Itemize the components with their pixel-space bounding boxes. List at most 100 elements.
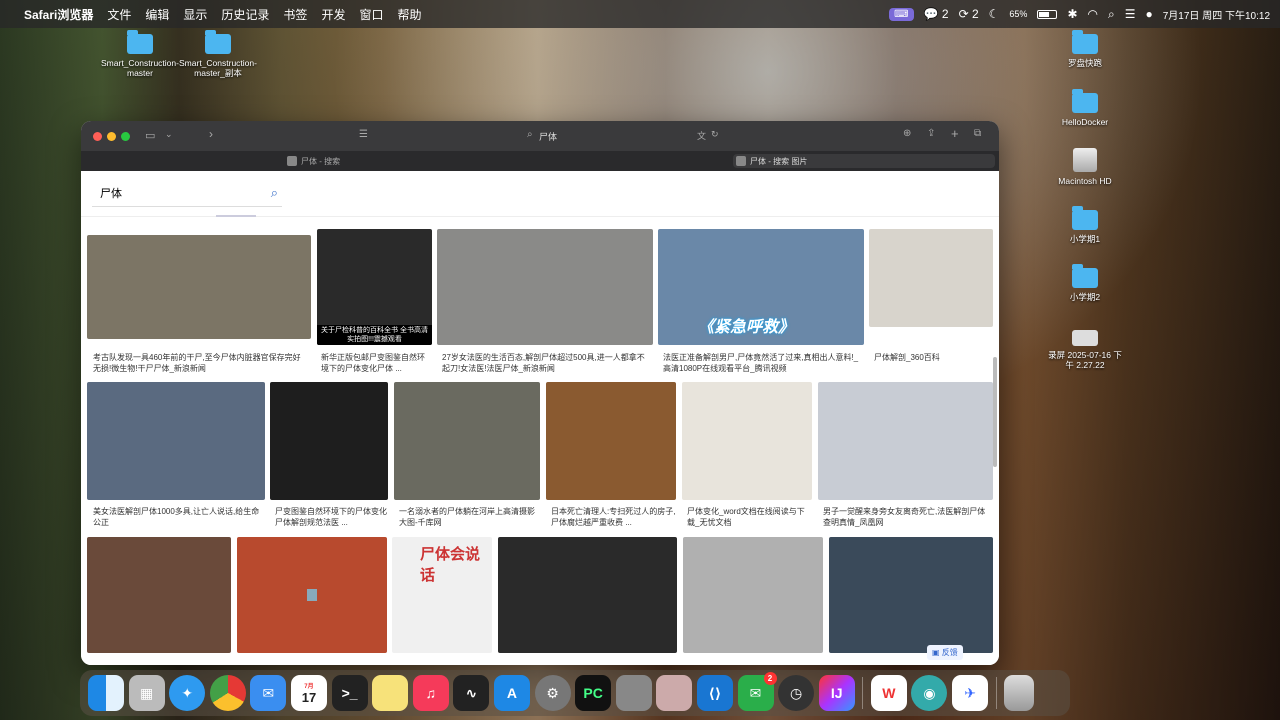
menu-file[interactable]: 文件 <box>107 6 131 23</box>
result-image[interactable] <box>498 537 677 653</box>
mail-icon[interactable]: ✉ <box>250 675 287 711</box>
desktop-folder-smart-construction-copy[interactable]: Smart_Construction-master_副本 <box>178 30 258 78</box>
clock-icon[interactable]: ◷ <box>778 675 815 711</box>
forward-icon[interactable]: › <box>209 127 213 141</box>
zoom-window-button[interactable] <box>121 132 130 141</box>
pycharm-icon[interactable]: PC <box>575 675 612 711</box>
sync-status-icon[interactable]: ⟳ 2 <box>959 7 979 21</box>
chrome-icon[interactable] <box>209 675 246 711</box>
menu-app-name[interactable]: Safari浏览器 <box>24 6 93 23</box>
search-icon[interactable]: ⌕ <box>271 185 278 201</box>
desktop-screen-recording[interactable]: 录屏 2025-07-16 下午 2.27.22 <box>1045 330 1125 370</box>
menubar-datetime[interactable]: 7月17日 周四 下午10:12 <box>1163 7 1270 22</box>
search-input[interactable] <box>92 181 252 205</box>
intellij-icon[interactable]: IJ <box>818 675 855 711</box>
vscode-icon[interactable]: ⟨⟩ <box>696 675 733 711</box>
calendar-icon[interactable]: 7月 17 <box>290 675 327 711</box>
result-image[interactable] <box>87 382 265 500</box>
activity-monitor-icon[interactable]: ∿ <box>453 675 490 711</box>
search-box: ⌕ <box>92 181 282 207</box>
menu-window[interactable]: 窗口 <box>359 6 383 23</box>
preview2-icon[interactable] <box>656 675 693 711</box>
notes-icon[interactable] <box>372 675 409 711</box>
address-bar[interactable]: 尸体 <box>539 130 557 143</box>
finder-icon[interactable] <box>88 675 124 711</box>
result-image[interactable] <box>682 382 812 500</box>
result-caption[interactable]: 一名溺水者的尸体躺在河岸上高清摄影大图-千库网 <box>399 506 539 528</box>
tabs-grid-icon[interactable]: ⧉ <box>974 128 981 139</box>
new-tab-icon[interactable]: + <box>951 126 959 141</box>
menu-bookmarks[interactable]: 书签 <box>283 6 307 23</box>
desktop-folder-hellodocker[interactable]: HelloDocker <box>1045 89 1125 127</box>
result-caption[interactable]: 新华正版包邮尸变图鉴自然环境下的尸体变化尸体 ... <box>321 352 431 374</box>
menu-history[interactable]: 历史记录 <box>221 6 269 23</box>
result-image[interactable] <box>437 229 653 345</box>
chevron-down-icon[interactable]: ⌄ <box>165 129 173 140</box>
menu-help[interactable]: 帮助 <box>397 6 421 23</box>
result-image[interactable] <box>869 229 993 327</box>
app-store-icon[interactable]: A <box>493 675 530 711</box>
feishu-icon[interactable]: ✈ <box>952 675 989 711</box>
terminal-icon[interactable]: >_ <box>331 675 368 711</box>
result-image[interactable] <box>394 382 540 500</box>
reload-icon[interactable]: ↻ <box>711 129 719 140</box>
tab-image-search[interactable]: 尸体 - 搜索 图片 <box>733 154 995 168</box>
result-image[interactable] <box>270 382 388 500</box>
desktop-folder-smart-construction[interactable]: Smart_Construction-master <box>100 30 180 78</box>
result-image[interactable] <box>546 382 676 500</box>
spotlight-search-icon[interactable]: ⌕ <box>1108 7 1115 22</box>
wps-icon[interactable]: W <box>870 675 907 711</box>
launchpad-icon[interactable]: ▦ <box>128 675 165 711</box>
result-image[interactable]: 《紧急呼救》 <box>658 229 864 345</box>
result-caption[interactable]: 尸体变化_word文档在线阅读与下载_无忧文档 <box>687 506 812 528</box>
network-icon[interactable]: ◉ <box>911 675 948 711</box>
menu-develop[interactable]: 开发 <box>321 6 345 23</box>
result-caption[interactable]: 尸变图鉴自然环境下的尸体变化尸体解剖规范法医 ... <box>275 506 387 528</box>
menu-edit[interactable]: 编辑 <box>145 6 169 23</box>
feedback-button[interactable]: ▣ 反馈 <box>927 645 963 660</box>
result-image[interactable] <box>829 537 993 653</box>
desktop-macintosh-hd[interactable]: Macintosh HD <box>1045 148 1125 186</box>
tab-search[interactable]: 尸体 - 搜索 <box>285 154 725 168</box>
battery-icon[interactable] <box>1037 9 1058 19</box>
trash-icon[interactable] <box>1004 675 1035 711</box>
tab-overview-icon[interactable]: ☰ <box>359 129 368 140</box>
result-caption[interactable]: 27岁女法医的生活百态,解剖尸体超过500具,进一人都拿不起刀!女法医!法医尸体… <box>442 352 652 374</box>
system-settings-icon[interactable]: ⚙ <box>534 675 571 711</box>
minimize-window-button[interactable] <box>107 132 116 141</box>
desktop-folder-xiaoxueqi2[interactable]: 小学期2 <box>1045 264 1125 302</box>
desktop-folder-xiaoxueqi1[interactable]: 小学期1 <box>1045 206 1125 244</box>
desktop-folder-luopan[interactable]: 罗盘快跑 <box>1045 30 1125 68</box>
result-caption[interactable]: 法医正准备解剖男尸,尸体竟然活了过来,真相出人意料!_高清1080P在线观看平台… <box>663 352 863 374</box>
input-method-icon[interactable]: ⌨ <box>889 7 914 21</box>
siri-icon[interactable]: ● <box>1145 7 1152 21</box>
result-image[interactable] <box>818 382 993 500</box>
preview-icon[interactable] <box>615 675 652 711</box>
result-image[interactable] <box>683 537 823 653</box>
translate-icon[interactable]: 文 <box>697 129 706 142</box>
scrollbar[interactable] <box>993 357 997 467</box>
moon-icon[interactable]: ☾ <box>989 7 1000 21</box>
close-window-button[interactable] <box>93 132 102 141</box>
result-image[interactable] <box>87 235 311 339</box>
result-caption[interactable]: 日本死亡清理人:专扫死过人的房子,尸体腐烂越严重收费 ... <box>551 506 676 528</box>
music-icon[interactable]: ♫ <box>412 675 449 711</box>
result-image[interactable] <box>87 537 231 653</box>
wifi-icon[interactable]: ◠ <box>1088 7 1098 21</box>
result-caption[interactable]: 尸体解剖_360百科 <box>874 352 992 364</box>
safari-icon[interactable]: ✦ <box>169 675 206 711</box>
control-center-icon[interactable]: ☰ <box>1125 7 1136 21</box>
result-caption[interactable]: 考古队发现一具460年前的干尸,至今尸体内脏器官保存完好无损!微生物!干尸尸体_… <box>93 352 308 374</box>
result-image[interactable]: 尸体会说话 <box>392 537 492 653</box>
bluetooth-icon[interactable]: ✱ <box>1067 7 1077 21</box>
result-image[interactable]: 关于尸检科普的百科全书 全书高清实拍图!!!震撼观看 <box>317 229 432 345</box>
result-caption[interactable]: 男子一觉醒来身旁女友离奇死亡,法医解剖尸体查明真情_凤凰网 <box>823 506 993 528</box>
download-icon[interactable]: ⊕ <box>903 128 911 139</box>
menu-view[interactable]: 显示 <box>183 6 207 23</box>
result-image[interactable] <box>237 537 387 653</box>
wechat-status-icon[interactable]: 💬 2 <box>924 7 949 21</box>
share-icon[interactable]: ⇪ <box>927 128 935 139</box>
result-caption[interactable]: 美女法医解剖尸体1000多具,让亡人说话,给生命公正 <box>93 506 263 528</box>
sidebar-toggle-icon[interactable]: ▭ <box>145 129 155 142</box>
wechat-icon[interactable]: ✉ 2 <box>737 672 777 711</box>
